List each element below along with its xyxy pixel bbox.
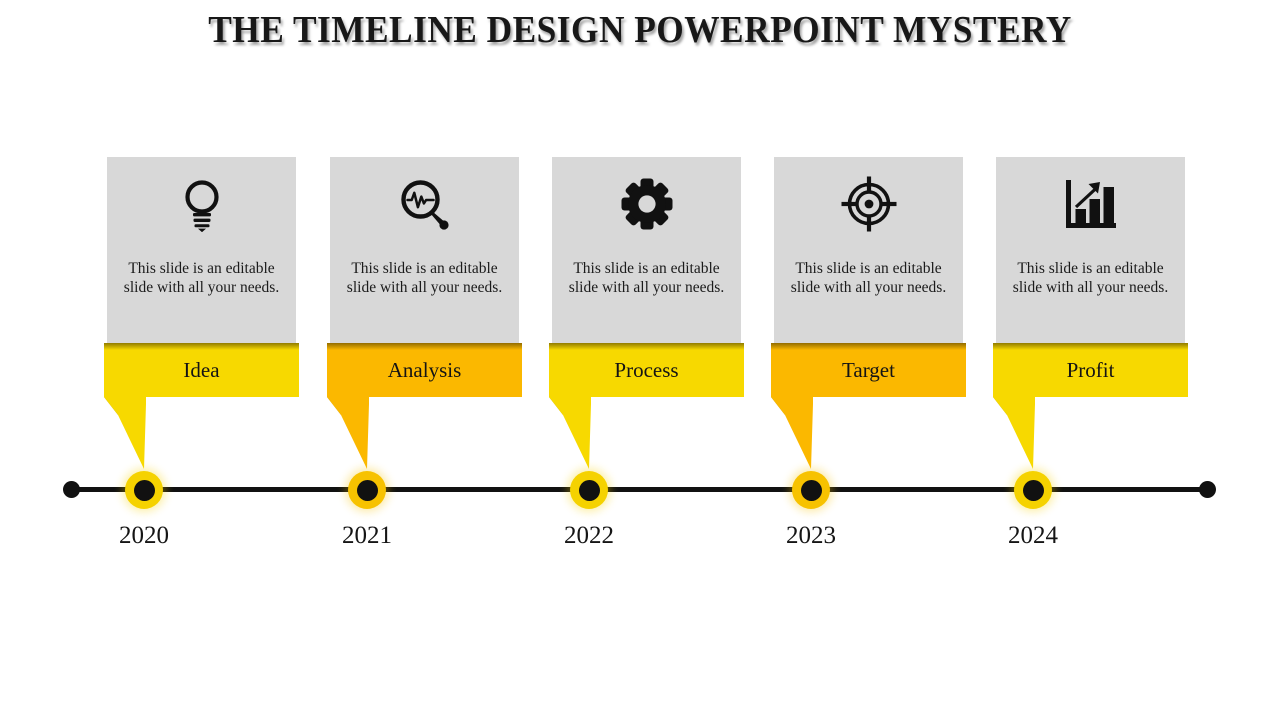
step-label-band[interactable]: Idea bbox=[104, 343, 299, 397]
step-card[interactable]: This slide is an editable slide with all… bbox=[996, 157, 1185, 343]
page-title: THE TIMELINE DESIGN POWERPOINT MYSTERY bbox=[208, 9, 1072, 51]
timeline-year-label: 2023 bbox=[786, 522, 836, 549]
step-card[interactable]: This slide is an editable slide with all… bbox=[330, 157, 519, 343]
step-pointer-tail bbox=[771, 397, 819, 469]
step-card[interactable]: This slide is an editable slide with all… bbox=[774, 157, 963, 343]
step-pointer-tail bbox=[993, 397, 1041, 469]
step-label-band[interactable]: Target bbox=[771, 343, 966, 397]
timeline-year-label: 2022 bbox=[564, 522, 614, 549]
step-label-band[interactable]: Process bbox=[549, 343, 744, 397]
step-label: Profit bbox=[1066, 357, 1115, 382]
step-description: This slide is an editable slide with all… bbox=[346, 260, 503, 297]
step-description: This slide is an editable slide with all… bbox=[568, 260, 725, 297]
lightbulb-icon bbox=[107, 171, 296, 237]
slide-canvas: THE TIMELINE DESIGN POWERPOINT MYSTERY T… bbox=[0, 0, 1280, 720]
step-label: Target bbox=[842, 357, 895, 382]
target-crosshair-icon bbox=[774, 171, 963, 237]
timeline-endpoint-right-dot bbox=[1199, 481, 1216, 498]
timeline-node-core bbox=[578, 479, 600, 501]
timeline-node[interactable] bbox=[789, 468, 833, 512]
step-label: Idea bbox=[183, 357, 220, 382]
step-description: This slide is an editable slide with all… bbox=[123, 260, 280, 297]
magnifier-pulse-icon bbox=[330, 171, 519, 237]
step-label-band[interactable]: Analysis bbox=[327, 343, 522, 397]
timeline-year-label: 2020 bbox=[119, 522, 169, 549]
timeline-node[interactable] bbox=[567, 468, 611, 512]
timeline-year-label: 2024 bbox=[1008, 522, 1058, 549]
step-label: Analysis bbox=[387, 357, 462, 382]
step-description: This slide is an editable slide with all… bbox=[790, 260, 947, 297]
timeline-endpoint-left-dot bbox=[63, 481, 80, 498]
bar-chart-growth-icon bbox=[996, 171, 1185, 237]
step-card[interactable]: This slide is an editable slide with all… bbox=[107, 157, 296, 343]
timeline-node-core bbox=[356, 479, 378, 501]
timeline-node[interactable] bbox=[122, 468, 166, 512]
step-description: This slide is an editable slide with all… bbox=[1012, 260, 1169, 297]
step-label: Process bbox=[614, 357, 679, 382]
gear-icon bbox=[552, 171, 741, 237]
step-card[interactable]: This slide is an editable slide with all… bbox=[552, 157, 741, 343]
timeline-node-core bbox=[133, 479, 155, 501]
timeline-year-label: 2021 bbox=[342, 522, 392, 549]
step-pointer-tail bbox=[104, 397, 152, 469]
step-pointer-tail bbox=[327, 397, 375, 469]
timeline-node-core bbox=[1022, 479, 1044, 501]
timeline-node-core bbox=[800, 479, 822, 501]
step-label-band[interactable]: Profit bbox=[993, 343, 1188, 397]
step-pointer-tail bbox=[549, 397, 597, 469]
timeline-node[interactable] bbox=[1011, 468, 1055, 512]
timeline-node[interactable] bbox=[345, 468, 389, 512]
